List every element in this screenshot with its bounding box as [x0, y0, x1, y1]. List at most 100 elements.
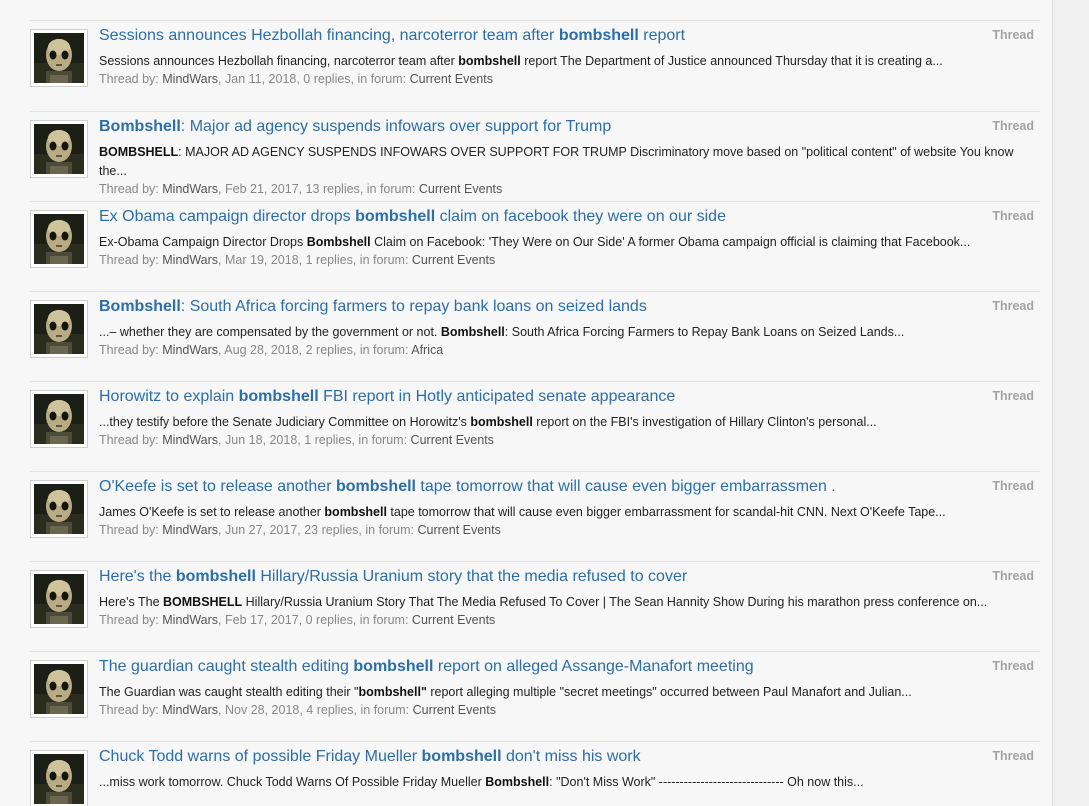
thread-meta: Thread by: MindWars, Mar 19, 2018, 1 rep… [99, 253, 495, 267]
meta-forum-prefix: , in forum: [359, 182, 416, 196]
snippet-text: ...– whether they are compensated by the… [99, 325, 905, 339]
author-link[interactable]: MindWars [162, 523, 218, 537]
snippet-text: Ex-Obama Campaign Director Drops Bombshe… [99, 235, 971, 249]
forum-link[interactable]: Current Events [411, 433, 494, 447]
forum-link[interactable]: Africa [411, 343, 443, 357]
forum-link[interactable]: Current Events [413, 703, 496, 717]
avatar[interactable] [30, 210, 88, 268]
thread-title-link[interactable]: O'Keefe is set to release another bombsh… [99, 478, 836, 496]
search-result-item: Sessions announces Hezbollah financing, … [30, 20, 1040, 111]
alien-avatar-icon [34, 664, 84, 714]
meta-forum-prefix: , in forum: [358, 523, 414, 537]
meta-date-stats: , Feb 17, 2017, 0 replies [218, 613, 353, 627]
meta-date-stats: , Mar 19, 2018, 1 replies [218, 253, 353, 267]
author-link[interactable]: MindWars [162, 613, 218, 627]
author-link[interactable]: MindWars [162, 433, 218, 447]
content-type-label: Thread [992, 569, 1034, 583]
meta-by-prefix: Thread by: [99, 613, 159, 627]
meta-by-prefix: Thread by: [99, 182, 159, 196]
meta-by-prefix: Thread by: [99, 523, 159, 537]
snippet-text: BOMBSHELL: MAJOR AD AGENCY SUSPENDS INFO… [99, 145, 1014, 178]
snippet-text: The Guardian was caught stealth editing … [99, 685, 912, 699]
search-results-panel: Sessions announces Hezbollah financing, … [0, 0, 1053, 806]
thread-title-link[interactable]: Ex Obama campaign director drops bombshe… [99, 208, 726, 226]
alien-avatar-icon [34, 394, 84, 444]
alien-avatar-icon [34, 304, 84, 354]
thread-title-link[interactable]: Sessions announces Hezbollah financing, … [99, 27, 685, 45]
search-result-item: Bombshell: South Africa forcing farmers … [30, 291, 1040, 381]
forum-link[interactable]: Current Events [417, 523, 500, 537]
meta-by-prefix: Thread by: [99, 253, 159, 267]
meta-by-prefix: Thread by: [99, 343, 159, 357]
search-result-item: Horowitz to explain bombshell FBI report… [30, 381, 1040, 471]
search-result-item: The guardian caught stealth editing bomb… [30, 651, 1040, 741]
thread-title-link[interactable]: The guardian caught stealth editing bomb… [99, 658, 754, 676]
snippet-text: ...they testify before the Senate Judici… [99, 415, 877, 429]
avatar[interactable] [30, 750, 88, 806]
search-result-item: O'Keefe is set to release another bombsh… [30, 471, 1040, 561]
content-type-label: Thread [992, 659, 1034, 673]
snippet-text: James O'Keefe is set to release another … [99, 505, 946, 519]
thread-meta: Thread by: MindWars, Feb 21, 2017, 13 re… [99, 182, 502, 196]
content-type-label: Thread [992, 209, 1034, 223]
content-type-label: Thread [992, 299, 1034, 313]
search-result-item: Chuck Todd warns of possible Friday Muel… [30, 741, 1040, 806]
meta-date-stats: , Feb 21, 2017, 13 replies [218, 182, 360, 196]
author-link[interactable]: MindWars [162, 703, 218, 717]
thread-title-link[interactable]: Horowitz to explain bombshell FBI report… [99, 388, 675, 406]
thread-title-link[interactable]: Chuck Todd warns of possible Friday Muel… [99, 748, 641, 766]
alien-avatar-icon [34, 214, 84, 264]
search-result-item: Here's the bombshell Hillary/Russia Uran… [30, 561, 1040, 651]
search-result-item: Ex Obama campaign director drops bombshe… [30, 201, 1040, 291]
avatar[interactable] [30, 660, 88, 718]
alien-avatar-icon [34, 754, 84, 804]
thread-title-link[interactable]: Bombshell: South Africa forcing farmers … [99, 298, 647, 316]
meta-date-stats: , Jun 18, 2018, 1 replies [218, 433, 352, 447]
avatar[interactable] [30, 29, 88, 87]
thread-meta: Thread by: MindWars, Jun 27, 2017, 23 re… [99, 523, 501, 537]
meta-forum-prefix: , in forum: [352, 343, 409, 357]
thread-title-link[interactable]: Bombshell: Major ad agency suspends info… [99, 118, 611, 136]
author-link[interactable]: MindWars [162, 253, 218, 267]
meta-by-prefix: Thread by: [99, 703, 159, 717]
content-type-label: Thread [992, 28, 1034, 42]
avatar[interactable] [30, 120, 88, 178]
snippet-text: Here's The BOMBSHELL Hillary/Russia Uran… [99, 595, 988, 609]
content-type-label: Thread [992, 749, 1034, 763]
meta-forum-prefix: , in forum: [353, 703, 410, 717]
meta-date-stats: , Nov 28, 2018, 4 replies [218, 703, 354, 717]
alien-avatar-icon [34, 484, 84, 534]
forum-link[interactable]: Current Events [410, 72, 493, 86]
forum-link[interactable]: Current Events [412, 613, 495, 627]
thread-title-link[interactable]: Here's the bombshell Hillary/Russia Uran… [99, 568, 687, 586]
meta-forum-prefix: , in forum: [352, 613, 409, 627]
content-type-label: Thread [992, 119, 1034, 133]
meta-forum-prefix: , in forum: [352, 253, 409, 267]
meta-by-prefix: Thread by: [99, 72, 159, 86]
author-link[interactable]: MindWars [162, 72, 218, 86]
meta-forum-prefix: , in forum: [351, 433, 408, 447]
search-results-list: Sessions announces Hezbollah financing, … [30, 20, 1040, 806]
alien-avatar-icon [34, 574, 84, 624]
meta-by-prefix: Thread by: [99, 433, 159, 447]
avatar[interactable] [30, 300, 88, 358]
author-link[interactable]: MindWars [162, 182, 218, 196]
snippet-text: ...miss work tomorrow. Chuck Todd Warns … [99, 775, 864, 789]
thread-meta: Thread by: MindWars, Feb 17, 2017, 0 rep… [99, 613, 495, 627]
thread-meta: Thread by: MindWars, Jun 18, 2018, 1 rep… [99, 433, 494, 447]
avatar[interactable] [30, 390, 88, 448]
avatar[interactable] [30, 570, 88, 628]
forum-link[interactable]: Current Events [419, 182, 502, 196]
avatar[interactable] [30, 480, 88, 538]
meta-date-stats: , Jun 27, 2017, 23 replies [218, 523, 359, 537]
forum-link[interactable]: Current Events [412, 253, 495, 267]
snippet-text: Sessions announces Hezbollah financing, … [99, 54, 943, 68]
meta-date-stats: , Jan 11, 2018, 0 replies [218, 72, 351, 86]
thread-meta: Thread by: MindWars, Nov 28, 2018, 4 rep… [99, 703, 496, 717]
content-type-label: Thread [992, 479, 1034, 493]
alien-avatar-icon [34, 33, 84, 83]
thread-meta: Thread by: MindWars, Jan 11, 2018, 0 rep… [99, 72, 493, 86]
thread-meta: Thread by: MindWars, Aug 28, 2018, 2 rep… [99, 343, 443, 357]
author-link[interactable]: MindWars [162, 343, 218, 357]
meta-forum-prefix: , in forum: [350, 72, 407, 86]
